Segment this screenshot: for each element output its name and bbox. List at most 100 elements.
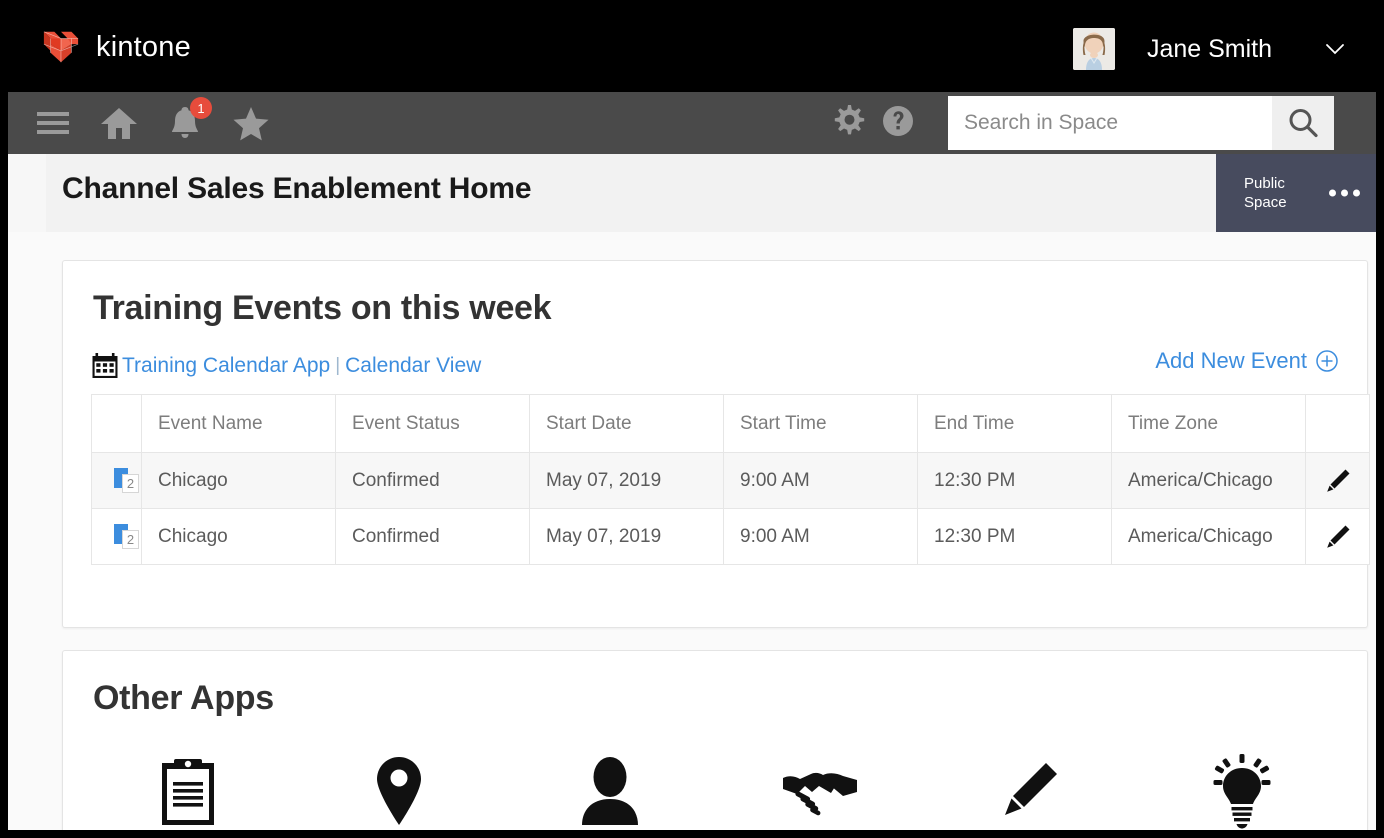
- add-new-event-label: Add New Event: [1155, 348, 1307, 373]
- table-header: Event Name Event Status Start Date Start…: [91, 394, 1370, 453]
- add-new-event-button[interactable]: Add New Event: [1155, 348, 1339, 374]
- col-header-flag[interactable]: [91, 394, 142, 453]
- flag-count-label: 2: [122, 473, 139, 493]
- calendar-icon: [92, 353, 118, 378]
- row-edit-cell[interactable]: [1305, 508, 1370, 565]
- hamburger-menu-button[interactable]: [20, 92, 86, 154]
- table-header-row: Event Name Event Status Start Date Start…: [91, 394, 1370, 453]
- lightbulb-icon: [1213, 754, 1271, 829]
- row-flag-cell[interactable]: 2: [91, 452, 144, 509]
- user-name-label: Jane Smith: [1146, 34, 1272, 63]
- more-dot: [1353, 189, 1360, 197]
- left-rail: [8, 232, 16, 830]
- person-icon: [581, 757, 638, 825]
- handshake-icon: [783, 772, 858, 816]
- notification-count-badge: 1: [190, 97, 212, 119]
- cell-start-time: 9:00 AM: [723, 508, 918, 565]
- col-header-event-status[interactable]: Event Status: [335, 394, 530, 453]
- row-edit-cell[interactable]: [1305, 452, 1370, 509]
- brand-logo-area[interactable]: kintone: [40, 28, 191, 66]
- pencil-icon: [1005, 763, 1058, 815]
- cell-event-name[interactable]: Chicago: [141, 452, 336, 509]
- app-tile-notes[interactable]: [926, 744, 1137, 830]
- browser-frame: kintone Jane Smith 1 Search in Space Cha…: [0, 0, 1384, 838]
- table-row[interactable]: 2 Chicago Confirmed May 07, 2019 9:00 AM…: [91, 452, 1370, 509]
- help-question-icon: [883, 105, 913, 136]
- training-events-table: Event Name Event Status Start Date Start…: [91, 394, 1370, 565]
- page-content: Training Events on this week Training Ca…: [8, 232, 1376, 830]
- more-options-icon[interactable]: [1329, 189, 1360, 197]
- toolbar-left-group: 1: [20, 92, 284, 154]
- pencil-edit-icon[interactable]: [1324, 467, 1352, 495]
- other-apps-grid: [63, 744, 1367, 830]
- cell-end-time: 12:30 PM: [917, 508, 1112, 565]
- user-avatar-photo-icon: [1072, 28, 1115, 70]
- cell-time-zone: America/Chicago: [1111, 508, 1306, 565]
- secondary-toolbar: 1: [8, 92, 1376, 154]
- calendar-view-link[interactable]: Calendar View: [345, 354, 481, 378]
- kintone-cube-logo-icon: [43, 31, 79, 63]
- link-separator: |: [335, 355, 341, 376]
- more-dot: [1341, 189, 1348, 197]
- col-header-start-time[interactable]: Start Time: [723, 394, 918, 453]
- cell-event-status: Confirmed: [335, 508, 530, 565]
- search-icon: [1289, 109, 1318, 138]
- help-button[interactable]: [880, 103, 916, 144]
- app-tile-clipboard[interactable]: [83, 744, 294, 830]
- avatar[interactable]: [1072, 28, 1115, 70]
- pencil-edit-icon[interactable]: [1324, 523, 1352, 551]
- gear-icon: [834, 104, 865, 134]
- events-card-links: Training Calendar App | Calendar View Ad…: [63, 328, 1367, 380]
- cell-start-date: May 07, 2019: [529, 452, 724, 509]
- col-header-event-name[interactable]: Event Name: [141, 394, 336, 453]
- cell-event-name[interactable]: Chicago: [141, 508, 336, 565]
- cell-start-time: 9:00 AM: [723, 452, 918, 509]
- col-header-start-date[interactable]: Start Date: [529, 394, 724, 453]
- app-tile-ideas[interactable]: [1136, 744, 1347, 830]
- app-tile-location[interactable]: [294, 744, 505, 830]
- search-box[interactable]: [948, 96, 1334, 150]
- public-space-label: Public Space: [1244, 174, 1306, 212]
- app-viewport: kintone Jane Smith 1 Search in Space Cha…: [8, 6, 1376, 830]
- map-pin-icon: [377, 757, 421, 825]
- toolbar-right-group: [830, 92, 1334, 154]
- cell-event-status: Confirmed: [335, 452, 530, 509]
- table-row[interactable]: 2 Chicago Confirmed May 07, 2019 9:00 AM…: [91, 508, 1370, 565]
- app-tile-person[interactable]: [504, 744, 715, 830]
- search-submit-button[interactable]: [1272, 96, 1334, 150]
- record-comment-flag-icon[interactable]: 2: [114, 523, 144, 550]
- cell-start-date: May 07, 2019: [529, 508, 724, 565]
- home-button[interactable]: [86, 92, 152, 154]
- row-flag-cell[interactable]: 2: [91, 508, 144, 565]
- chevron-down-icon[interactable]: [1322, 36, 1348, 62]
- training-calendar-app-link[interactable]: Training Calendar App: [122, 354, 330, 378]
- brand-name-label: kintone: [96, 30, 191, 63]
- col-header-actions: [1305, 394, 1370, 453]
- table-body: 2 Chicago Confirmed May 07, 2019 9:00 AM…: [91, 452, 1370, 565]
- record-comment-flag-icon[interactable]: 2: [114, 467, 144, 494]
- col-header-end-time[interactable]: End Time: [917, 394, 1112, 453]
- settings-button[interactable]: [830, 103, 866, 144]
- user-menu[interactable]: Jane Smith: [1072, 22, 1348, 76]
- app-tile-partners[interactable]: [715, 744, 926, 830]
- other-apps-card: Other Apps: [62, 650, 1368, 830]
- search-input[interactable]: [948, 96, 1272, 150]
- notifications-button[interactable]: 1: [152, 92, 218, 154]
- training-events-card: Training Events on this week Training Ca…: [62, 260, 1370, 628]
- favorites-button[interactable]: [218, 92, 284, 154]
- home-icon: [101, 108, 137, 139]
- public-space-line2: Space: [1244, 194, 1287, 211]
- col-header-time-zone[interactable]: Time Zone: [1111, 394, 1306, 453]
- space-bar-left-rail: [8, 154, 46, 232]
- status-badge[interactable]: Public Space: [1216, 154, 1376, 232]
- more-dot: [1329, 189, 1336, 197]
- other-apps-heading: Other Apps: [93, 679, 274, 717]
- cell-time-zone: America/Chicago: [1111, 452, 1306, 509]
- clipboard-icon: [162, 759, 215, 825]
- public-space-line1: Public: [1244, 175, 1285, 192]
- flag-count-label: 2: [122, 529, 139, 549]
- top-header-bar: kintone Jane Smith: [8, 6, 1376, 92]
- star-icon: [233, 107, 269, 141]
- cell-end-time: 12:30 PM: [917, 452, 1112, 509]
- hamburger-menu-icon: [37, 112, 69, 134]
